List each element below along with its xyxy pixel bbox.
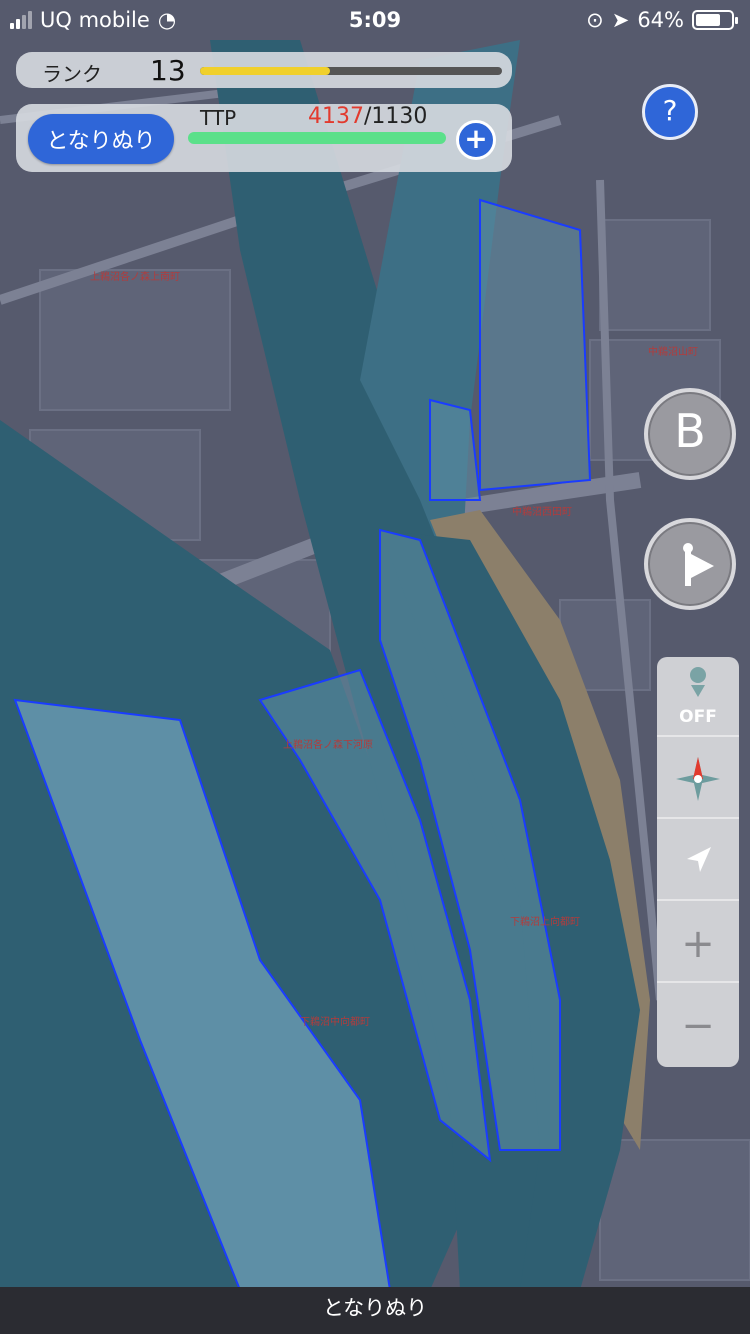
b-button[interactable]: B <box>644 388 736 480</box>
tonarinuri-mode-button[interactable]: となりぬり <box>28 114 174 164</box>
flag-icon <box>683 543 714 586</box>
ttp-total: /1130 <box>364 104 428 129</box>
zoom-in-button[interactable]: + <box>657 903 739 983</box>
flag-button[interactable] <box>644 518 736 610</box>
ttp-progress-bar <box>188 132 446 144</box>
tracking-off-label: OFF <box>679 707 717 727</box>
location-arrow-icon: ➤ <box>611 8 630 32</box>
ttp-progress-fill <box>188 132 446 144</box>
ttp-current: 4137 <box>308 104 364 129</box>
status-bar: UQ mobile ◔ 5:09 ⊙ ➤ 64% <box>0 0 750 40</box>
b-button-label: B <box>674 404 706 458</box>
rank-label: ランク <box>42 62 102 86</box>
rank-progress-fill <box>200 67 330 75</box>
zoom-out-button[interactable]: − <box>657 985 739 1065</box>
tracking-toggle-button[interactable]: OFF <box>657 657 739 737</box>
help-button[interactable]: ? <box>642 84 698 140</box>
zoom-in-icon: + <box>681 921 715 967</box>
rank-progress-bar <box>200 67 502 75</box>
map-label: 上鵜沼各ノ森下河原 <box>283 738 373 751</box>
ttp-count: 4137/1130 <box>308 104 427 129</box>
ttp-label: TTP <box>200 106 237 130</box>
map-label: 下鵜沼中向都町 <box>300 1015 370 1028</box>
status-right: ⊙ ➤ 64% <box>586 8 738 32</box>
map-view[interactable]: 上鵜沼各ノ森上南町 中鵜沼山町 中鵜沼西田町 上鵜沼各ノ森下河原 下鵜沼上向都町… <box>0 0 750 1334</box>
rank-panel: ランク 13 <box>16 52 512 88</box>
map-label: 上鵜沼各ノ森上南町 <box>90 270 180 283</box>
zoom-out-icon: − <box>681 1003 715 1049</box>
map-label: 下鵜沼上向都町 <box>510 915 580 928</box>
ttp-panel: となりぬり TTP 4137/1130 + <box>16 104 512 172</box>
pin-icon <box>690 667 706 697</box>
rank-value: 13 <box>150 54 186 87</box>
battery-percent: 64% <box>637 8 684 32</box>
compass-button[interactable] <box>657 739 739 819</box>
current-location-button[interactable] <box>657 821 739 901</box>
map-tool-column: OFF + − <box>657 657 739 1067</box>
rotation-lock-icon: ⊙ <box>586 8 604 32</box>
bottom-title-bar: となりぬり <box>0 1287 750 1334</box>
location-arrow-icon <box>687 847 711 872</box>
map-label: 中鵜沼西田町 <box>512 505 572 518</box>
battery-icon <box>692 10 738 30</box>
compass-icon <box>676 757 720 801</box>
add-ttp-button[interactable]: + <box>456 120 496 160</box>
map-label: 中鵜沼山町 <box>648 345 698 358</box>
